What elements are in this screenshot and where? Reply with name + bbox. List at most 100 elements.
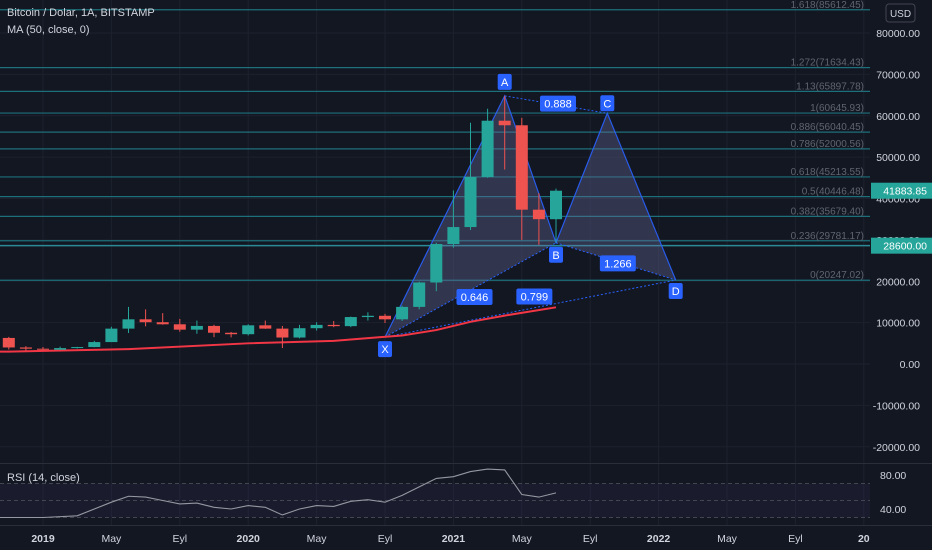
candle-body <box>344 317 357 327</box>
rsi-tick: 40.00 <box>880 504 906 516</box>
candle <box>242 324 255 336</box>
chart-canvas[interactable]: 1.618(85612.45) 1.272(71634.43) 1.13(65897… <box>0 0 932 550</box>
time-tick: Eyl <box>583 533 598 545</box>
time-tick: 2020 <box>237 533 261 545</box>
candle-body <box>71 347 84 349</box>
pattern-point-x: X <box>378 341 392 358</box>
price-tick: 80000.00 <box>876 28 920 40</box>
line-price-badge-text: 28600.00 <box>883 241 927 253</box>
candle-body <box>413 282 426 307</box>
candle-body <box>156 322 169 325</box>
candle-body <box>37 348 49 350</box>
fib-label: 1.618(85612.45) <box>791 0 864 11</box>
fib-label: 1.13(65897.78) <box>796 81 864 92</box>
time-tick: May <box>101 533 122 545</box>
candle-body <box>361 315 374 318</box>
ratio-badge-text: 0.888 <box>544 99 572 111</box>
candle-body <box>430 244 443 283</box>
fib-label: 0.786(52000.56) <box>791 139 864 150</box>
candle <box>413 281 426 310</box>
candle-body <box>532 209 545 220</box>
fib-label: 0.382(35679.40) <box>791 206 864 217</box>
rsi-tick: 80.00 <box>880 470 906 482</box>
candle-body <box>293 328 306 338</box>
time-tick: 2022 <box>647 533 671 545</box>
candle-body <box>208 325 220 333</box>
price-tick: 20000.00 <box>876 276 920 288</box>
fib-label: 1(60645.93) <box>810 103 864 114</box>
ratio-badge: 0.646 <box>456 288 493 305</box>
price-tick: -20000.00 <box>873 442 920 454</box>
candle-body <box>190 325 203 330</box>
pattern-point-c: C <box>600 95 615 112</box>
time-tick: May <box>717 533 738 545</box>
time-tick: 2019 <box>31 533 55 545</box>
fib-label: 0.618(45213.55) <box>791 167 864 178</box>
point-badge-text: B <box>552 250 559 262</box>
candle-body <box>88 342 101 348</box>
candle-body <box>498 120 511 126</box>
fib-label: 0.236(29781.17) <box>791 231 864 242</box>
candle-body <box>2 337 15 348</box>
fib-label: 0(20247.02) <box>810 270 864 281</box>
candle-body <box>105 328 118 343</box>
candle <box>344 316 357 328</box>
candle-body <box>379 315 391 320</box>
candle <box>105 326 118 343</box>
candle-body <box>225 332 238 335</box>
ma-legend[interactable]: MA (50, close, 0) <box>7 24 90 36</box>
candle-body <box>481 120 494 177</box>
pattern-point-b: B <box>549 246 563 263</box>
fib-label: 0.5(40446.48) <box>802 187 864 198</box>
pattern-point-a: A <box>497 73 512 90</box>
candle-body <box>310 324 323 329</box>
candle-body <box>327 324 340 327</box>
candle-body <box>259 325 272 329</box>
ratio-badge-text: 0.799 <box>521 292 549 304</box>
candle-body <box>242 325 255 335</box>
candle-body <box>173 324 186 330</box>
candle-body <box>447 227 460 245</box>
fib-label: 1.272(71634.43) <box>791 58 864 69</box>
time-tick: May <box>307 533 328 545</box>
price-tick: 60000.00 <box>876 111 920 123</box>
ratio-badge-text: 1.266 <box>604 258 632 270</box>
point-badge-text: C <box>603 98 611 110</box>
ratio-badge-text: 0.646 <box>461 292 489 304</box>
price-tick: 10000.00 <box>876 318 920 330</box>
candle <box>396 305 409 321</box>
price-tick: 70000.00 <box>876 69 920 81</box>
rsi-legend[interactable]: RSI (14, close) <box>7 472 80 484</box>
candle-body <box>396 306 409 320</box>
time-tick: 20 <box>858 533 870 545</box>
ratio-badge: 0.888 <box>540 95 576 112</box>
price-tick: 50000.00 <box>876 152 920 164</box>
symbol-legend[interactable]: Bitcoin / Dolar, 1A, BITSTAMP <box>7 7 155 19</box>
currency-button-label[interactable]: USD <box>890 9 911 20</box>
ratio-badge: 1.266 <box>599 255 636 272</box>
price-tick: -10000.00 <box>873 400 920 412</box>
candle-body <box>464 176 477 228</box>
time-tick: May <box>512 533 533 545</box>
time-tick: Eyl <box>173 533 188 545</box>
point-badge-text: A <box>501 77 509 89</box>
candle-body <box>276 328 289 338</box>
candle-body <box>19 347 32 349</box>
point-badge-text: D <box>672 286 680 298</box>
last-price-badge: 41883.85 <box>871 182 932 199</box>
point-badge-text: X <box>381 344 389 356</box>
candle-body <box>139 319 152 323</box>
pattern-point-d: D <box>668 283 683 300</box>
candle-body <box>54 348 67 350</box>
time-tick: 2021 <box>442 533 466 545</box>
candle-body <box>550 190 562 220</box>
time-tick: Eyl <box>788 533 803 545</box>
price-tick: 0.00 <box>900 359 921 371</box>
currency-button[interactable]: USD <box>885 3 916 23</box>
fib-label: 0.886(56040.45) <box>791 122 864 133</box>
line-price-badge: 28600.00 <box>871 237 932 254</box>
time-tick: Eyl <box>378 533 393 545</box>
last-price-badge-text: 41883.85 <box>883 186 927 198</box>
candle-body <box>122 319 135 329</box>
ratio-badge: 0.799 <box>516 288 553 305</box>
